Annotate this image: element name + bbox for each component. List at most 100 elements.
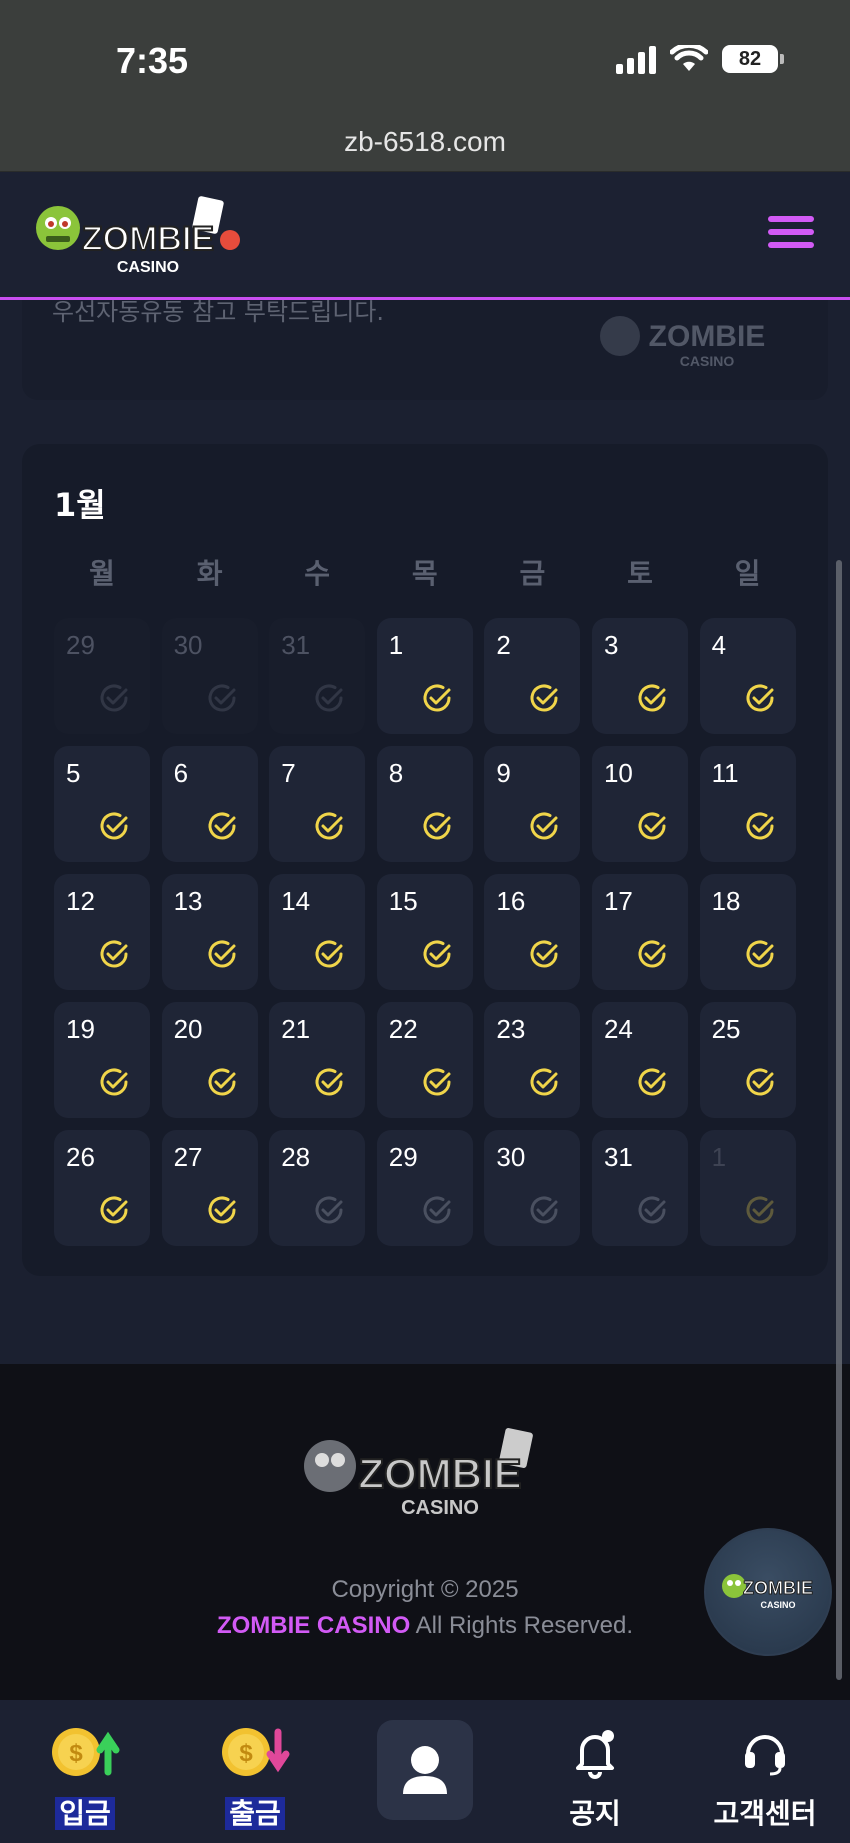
calendar-day[interactable]: 8: [376, 746, 473, 862]
check-circle-icon: [638, 940, 666, 968]
footer-brand: ZOMBIE CASINO: [216, 1612, 411, 1639]
day-number: 21: [281, 1014, 311, 1044]
calendar-day[interactable]: 5: [54, 746, 150, 862]
weekday-label: 월: [89, 557, 115, 590]
day-number: 22: [388, 1014, 418, 1044]
nav-support[interactable]: 고객센터: [680, 1700, 850, 1843]
weekday-label: 화: [196, 557, 223, 590]
calendar-day[interactable]: 29: [54, 618, 150, 734]
calendar-day[interactable]: 21: [269, 1002, 366, 1118]
calendar-day[interactable]: 31: [269, 618, 366, 734]
day-number: 24: [603, 1014, 633, 1044]
calendar-day[interactable]: 17: [591, 874, 688, 990]
check-circle-icon: [530, 1068, 558, 1096]
check-circle-icon: [100, 1068, 128, 1096]
calendar-day[interactable]: 19: [54, 1002, 150, 1118]
day-number: 20: [173, 1014, 203, 1044]
weekday-label: 수: [304, 557, 331, 590]
calendar-day[interactable]: 31: [591, 1130, 688, 1246]
user-icon: [403, 1746, 447, 1794]
check-circle-icon: [746, 812, 774, 840]
check-circle-icon: [423, 684, 451, 712]
calendar-day[interactable]: 30: [161, 618, 258, 734]
day-number: 19: [66, 1014, 95, 1044]
banner-logo: ZOMBIE CASINO: [600, 316, 765, 369]
calendar-grid: 29 30 31 1 2 3 4 5 6 7 8 9 10 11 12 13 14 15 16 17 18 19 20 21 2…: [54, 618, 804, 1246]
nav-profile[interactable]: [340, 1700, 510, 1843]
menu-icon[interactable]: [768, 216, 814, 252]
day-number: 28: [281, 1142, 311, 1172]
calendar-day[interactable]: 29: [376, 1130, 473, 1246]
check-circle-icon: [638, 684, 666, 712]
deposit-coin-icon: $: [52, 1728, 120, 1776]
check-circle-empty-icon: [208, 684, 236, 712]
calendar-day[interactable]: 27: [161, 1130, 258, 1246]
calendar-day[interactable]: 25: [699, 1002, 796, 1118]
day-number: 12: [66, 886, 95, 916]
check-circle-icon: [423, 1068, 451, 1096]
check-circle-icon: [208, 1196, 236, 1224]
url-bar[interactable]: zb-6518.com: [0, 120, 850, 172]
svg-text:CASINO: CASINO: [680, 353, 735, 369]
calendar-day[interactable]: 26: [54, 1130, 150, 1246]
day-number: 25: [711, 1014, 741, 1044]
day-number: 15: [388, 886, 418, 916]
calendar-day[interactable]: 2: [484, 618, 581, 734]
nav-notice[interactable]: 공지: [510, 1700, 680, 1843]
check-circle-icon: [208, 940, 236, 968]
nav-deposit-label: 입금: [0, 1792, 170, 1832]
weekday-label: 일: [734, 557, 761, 590]
check-circle-icon: [423, 940, 451, 968]
calendar-day[interactable]: 24: [591, 1002, 688, 1118]
calendar-day[interactable]: 9: [484, 746, 581, 862]
calendar-day[interactable]: 1: [376, 618, 473, 734]
svg-text:$: $: [69, 1740, 83, 1767]
zombie-casino-logo[interactable]: ZOMBIE CASINO: [30, 190, 250, 284]
floating-logo-icon: ZOMBIE CASINO: [722, 1574, 814, 1610]
floating-logo-button[interactable]: ZOMBIE CASINO: [704, 1528, 832, 1656]
calendar-day[interactable]: 23: [484, 1002, 581, 1118]
check-circle-icon: [746, 1068, 774, 1096]
check-circle-empty-icon: [423, 1196, 451, 1224]
calendar-day[interactable]: 4: [699, 618, 796, 734]
calendar-day[interactable]: 28: [269, 1130, 366, 1246]
calendar-day[interactable]: 3: [591, 618, 688, 734]
check-circle-icon: [315, 940, 343, 968]
battery-indicator: 82: [722, 45, 784, 73]
check-circle-empty-icon: [530, 1196, 558, 1224]
calendar-day[interactable]: 11: [699, 746, 796, 862]
day-number: 8: [388, 758, 404, 788]
logo-text-casino: CASINO: [117, 259, 179, 276]
nav-withdraw-label: 출금: [170, 1792, 340, 1832]
month-title: 1월: [54, 486, 106, 524]
day-number: 6: [173, 758, 189, 788]
calendar-day[interactable]: 20: [161, 1002, 258, 1118]
calendar-day[interactable]: 15: [376, 874, 473, 990]
status-icons: 82: [616, 44, 784, 74]
page-scrollbar[interactable]: [836, 560, 842, 1680]
profile-button[interactable]: [377, 1720, 473, 1820]
nav-withdraw[interactable]: $ 출금: [170, 1700, 340, 1843]
calendar-day[interactable]: 7: [269, 746, 366, 862]
calendar-day[interactable]: 16: [484, 874, 581, 990]
nav-deposit[interactable]: $ 입금: [0, 1700, 170, 1843]
calendar-day[interactable]: 6: [161, 746, 258, 862]
calendar-day[interactable]: 14: [269, 874, 366, 990]
bottom-navigation: $ 입금 $ 출금 공지 고객센터: [0, 1700, 850, 1843]
check-circle-icon: [100, 940, 128, 968]
day-number: 26: [66, 1142, 95, 1172]
day-number: 31: [281, 630, 311, 660]
calendar-day[interactable]: 10: [591, 746, 688, 862]
svg-text:ZOMBIE: ZOMBIE: [358, 1450, 521, 1497]
calendar-day[interactable]: 12: [54, 874, 150, 990]
check-circle-empty-icon: [315, 684, 343, 712]
calendar-day[interactable]: 13: [161, 874, 258, 990]
calendar-day[interactable]: 18: [699, 874, 796, 990]
check-circle-empty-icon: [746, 1196, 774, 1224]
calendar-day[interactable]: 22: [376, 1002, 473, 1118]
day-number: 11: [711, 758, 739, 788]
footer-logo: ZOMBIE CASINO: [304, 1428, 533, 1519]
calendar-day[interactable]: 1: [699, 1130, 796, 1246]
bell-icon: [576, 1730, 614, 1779]
calendar-day[interactable]: 30: [484, 1130, 581, 1246]
